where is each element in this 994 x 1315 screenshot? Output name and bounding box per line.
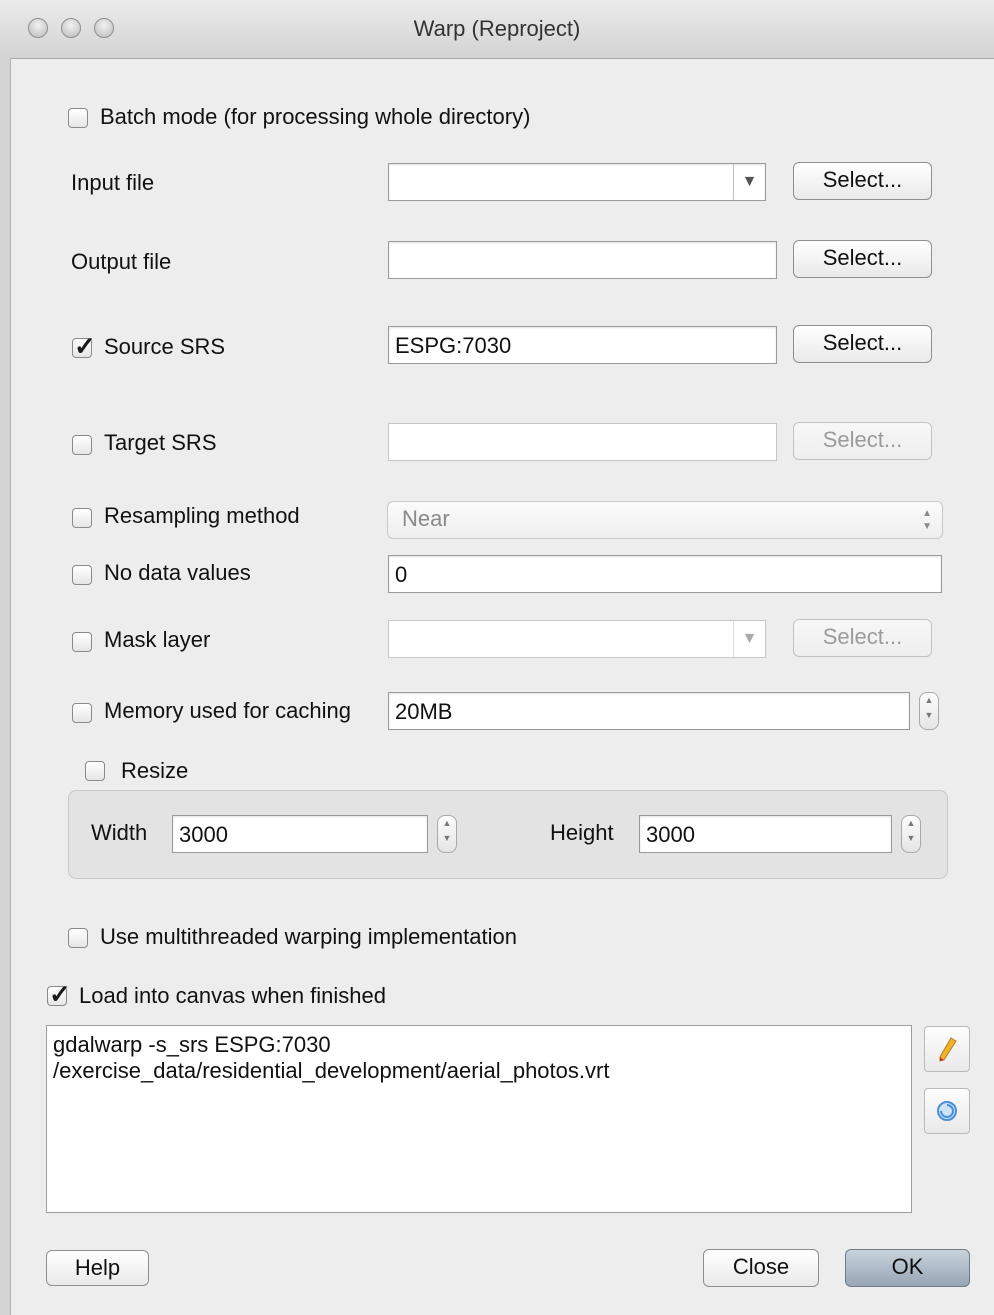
memory-label: Memory used for caching <box>104 698 351 723</box>
mask-layer-select-button[interactable]: Select... <box>793 619 932 657</box>
memory-checkbox[interactable] <box>72 703 92 723</box>
resampling-method-select[interactable]: Near ▲ ▼ <box>387 501 943 539</box>
no-data-checkbox[interactable] <box>72 565 92 585</box>
input-file-select-button[interactable]: Select... <box>793 162 932 200</box>
resize-checkbox[interactable] <box>85 761 105 781</box>
chevron-down-icon[interactable]: ▼ <box>733 164 765 200</box>
mask-layer-combo[interactable]: ▼ <box>388 620 766 658</box>
source-srs-checkbox[interactable]: ✓ <box>72 331 96 361</box>
target-srs-select-button[interactable]: Select... <box>793 422 932 460</box>
source-srs-input[interactable]: ESPG:7030 <box>388 326 777 364</box>
close-button[interactable]: Close <box>703 1249 819 1287</box>
load-canvas-checkbox[interactable]: ✓ <box>47 979 71 1009</box>
edit-command-button[interactable] <box>924 1026 970 1072</box>
no-data-input[interactable]: 0 <box>388 555 942 593</box>
updown-arrows-icon: ▲ ▼ <box>922 508 932 532</box>
resampling-method-value: Near <box>402 506 450 531</box>
output-file-select-button[interactable]: Select... <box>793 240 932 278</box>
height-input[interactable]: 3000 <box>639 815 892 853</box>
height-stepper[interactable]: ▲ ▼ <box>901 815 921 853</box>
no-data-label: No data values <box>104 560 251 585</box>
resampling-checkbox[interactable] <box>72 508 92 528</box>
resampling-label: Resampling method <box>104 503 300 528</box>
width-input[interactable]: 3000 <box>172 815 428 853</box>
width-label: Width <box>91 820 148 845</box>
output-file-label: Output file <box>71 249 172 274</box>
multithread-checkbox[interactable] <box>68 928 88 948</box>
pencil-icon <box>939 1037 957 1062</box>
checkmark-icon: ✓ <box>49 979 71 1009</box>
help-button[interactable]: Help <box>46 1250 149 1286</box>
multithread-label: Use multithreaded warping implementation <box>100 924 517 949</box>
checkmark-icon: ✓ <box>74 331 96 361</box>
memory-input[interactable]: 20MB <box>388 692 910 730</box>
input-file-combo[interactable]: ▼ <box>388 163 766 201</box>
command-textarea[interactable]: gdalwarp -s_srs ESPG:7030 /exercise_data… <box>46 1025 912 1213</box>
window-edge <box>0 58 11 1315</box>
chevron-down-icon[interactable]: ▼ <box>733 621 765 657</box>
target-srs-input[interactable] <box>388 423 777 461</box>
width-stepper[interactable]: ▲ ▼ <box>437 815 457 853</box>
height-label: Height <box>550 820 614 845</box>
batch-mode-label: Batch mode (for processing whole directo… <box>100 104 531 129</box>
ok-button[interactable]: OK <box>845 1249 970 1287</box>
batch-mode-checkbox[interactable] <box>68 108 88 128</box>
window-title: Warp (Reproject) <box>413 16 581 41</box>
command-line-2: /exercise_data/residential_development/a… <box>53 1058 610 1083</box>
resize-label: Resize <box>121 758 189 783</box>
target-srs-label: Target SRS <box>104 430 217 455</box>
command-line-1: gdalwarp -s_srs ESPG:7030 <box>53 1032 331 1057</box>
target-srs-checkbox[interactable] <box>72 435 92 455</box>
mask-layer-label: Mask layer <box>104 627 211 652</box>
source-srs-select-button[interactable]: Select... <box>793 325 932 363</box>
input-file-label: Input file <box>71 170 155 195</box>
warp-dialog: Warp (Reproject) Batch mode (for process… <box>0 0 994 1315</box>
title-bar[interactable]: Warp (Reproject) <box>0 0 994 59</box>
load-canvas-label: Load into canvas when finished <box>79 983 386 1008</box>
source-srs-label: Source SRS <box>104 334 226 359</box>
mask-layer-checkbox[interactable] <box>72 632 92 652</box>
reset-icon <box>937 1101 957 1121</box>
memory-stepper[interactable]: ▲ ▼ <box>919 692 939 730</box>
reset-command-button[interactable] <box>924 1088 970 1134</box>
output-file-input[interactable] <box>388 241 777 279</box>
